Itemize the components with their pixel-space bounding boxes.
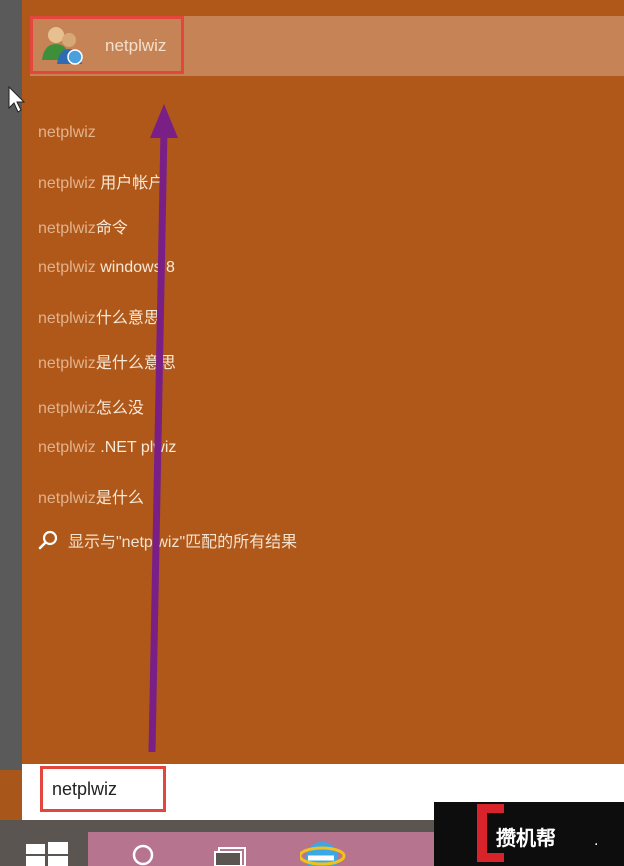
app-name: netplwiz [105, 36, 167, 55]
suggestion-item[interactable]: netplwiz .NET plwiz [38, 439, 176, 457]
internet-explorer-icon[interactable] [300, 836, 346, 866]
search-input[interactable]: netplwiz [52, 779, 117, 800]
suggestion-item[interactable]: netplwiz 用户帐户 [38, 169, 164, 193]
search-icon[interactable] [128, 844, 158, 866]
start-search-panel: netplwiz netplwiz netplwiz 用户帐户 netplwiz… [22, 0, 624, 770]
watermark-dot: . [594, 832, 599, 849]
suggestion-item[interactable]: netplwiz怎么没 [38, 394, 144, 418]
suggestion-item[interactable]: netplwiz命令 [38, 214, 128, 238]
windows-logo-icon[interactable] [26, 842, 68, 866]
watermark-text: 攒机帮 [496, 826, 556, 850]
suggestion-item[interactable]: netplwiz是什么意思 [38, 349, 176, 373]
suggestion-item[interactable]: netplwiz是什么 [38, 484, 144, 508]
watermark: 攒机帮 . [434, 802, 624, 866]
search-icon [38, 530, 58, 550]
suggestion-item[interactable]: netplwiz什么意思 [38, 304, 160, 328]
desktop-edge [0, 0, 22, 770]
search-all-label: 显示与"netplwiz"匹配的所有结果 [68, 534, 298, 551]
suggestion-item[interactable]: netplwiz windows 8 [38, 259, 175, 277]
task-view-icon[interactable] [214, 846, 248, 866]
search-all-results-link[interactable]: 显示与"netplwiz"匹配的所有结果 [38, 528, 297, 552]
best-match-result[interactable]: netplwiz [30, 16, 624, 76]
suggestion-item[interactable]: netplwiz [38, 124, 96, 142]
mouse-pointer-icon [8, 86, 26, 113]
users-icon [42, 27, 83, 65]
